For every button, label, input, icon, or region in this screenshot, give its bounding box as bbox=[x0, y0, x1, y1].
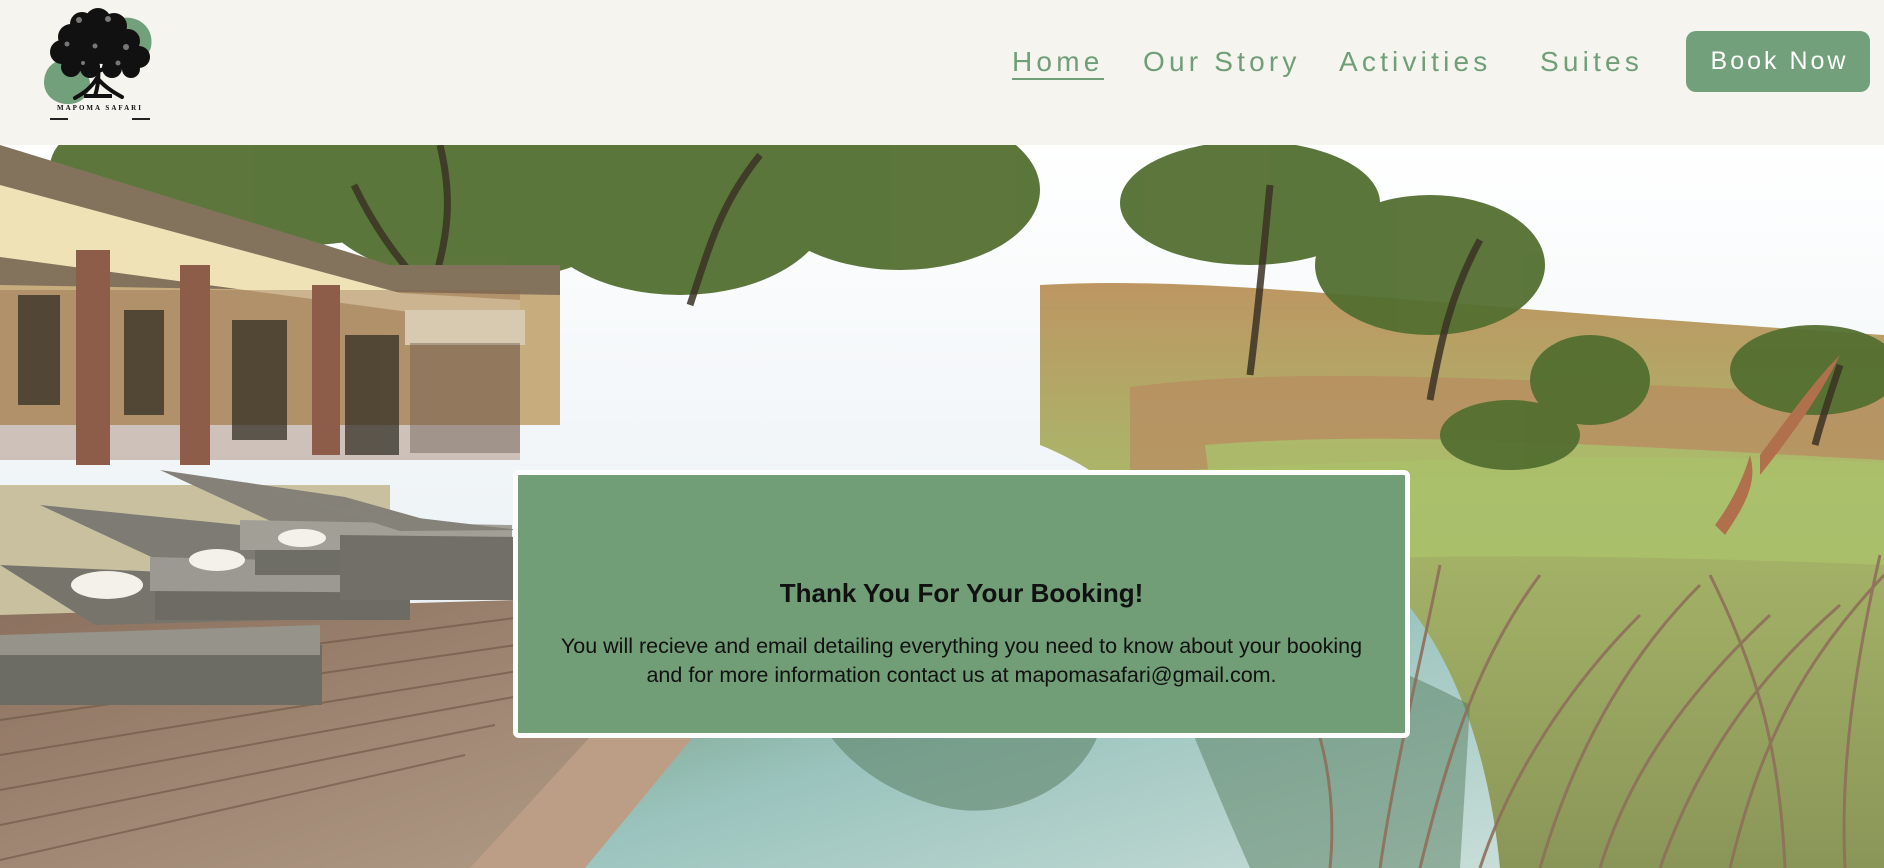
nav-link-suites[interactable]: Suites bbox=[1540, 44, 1643, 80]
booking-confirmation-page: MAPOMA SAFARI Home Our Story Activities … bbox=[0, 0, 1884, 868]
brand-logo[interactable]: MAPOMA SAFARI bbox=[40, 2, 160, 127]
nav-link-our-story[interactable]: Our Story bbox=[1143, 44, 1301, 80]
book-now-button[interactable]: Book Now bbox=[1686, 31, 1870, 92]
confirmation-body: You will recieve and email detailing eve… bbox=[560, 634, 1363, 687]
booking-confirmation-message: Thank You For Your Booking! You will rec… bbox=[513, 470, 1410, 738]
logo-divider-right bbox=[132, 118, 150, 120]
nav-link-home[interactable]: Home bbox=[1012, 44, 1104, 80]
brand-logo-text: MAPOMA SAFARI bbox=[57, 104, 143, 112]
confirmation-title: Thank You For Your Booking! bbox=[779, 578, 1144, 608]
site-header: MAPOMA SAFARI Home Our Story Activities … bbox=[0, 0, 1884, 145]
hero-image: Thank You For Your Booking! You will rec… bbox=[0, 145, 1884, 868]
tree-icon bbox=[44, 8, 152, 105]
logo-divider-left bbox=[50, 118, 68, 120]
nav-link-activities[interactable]: Activities bbox=[1339, 44, 1491, 80]
